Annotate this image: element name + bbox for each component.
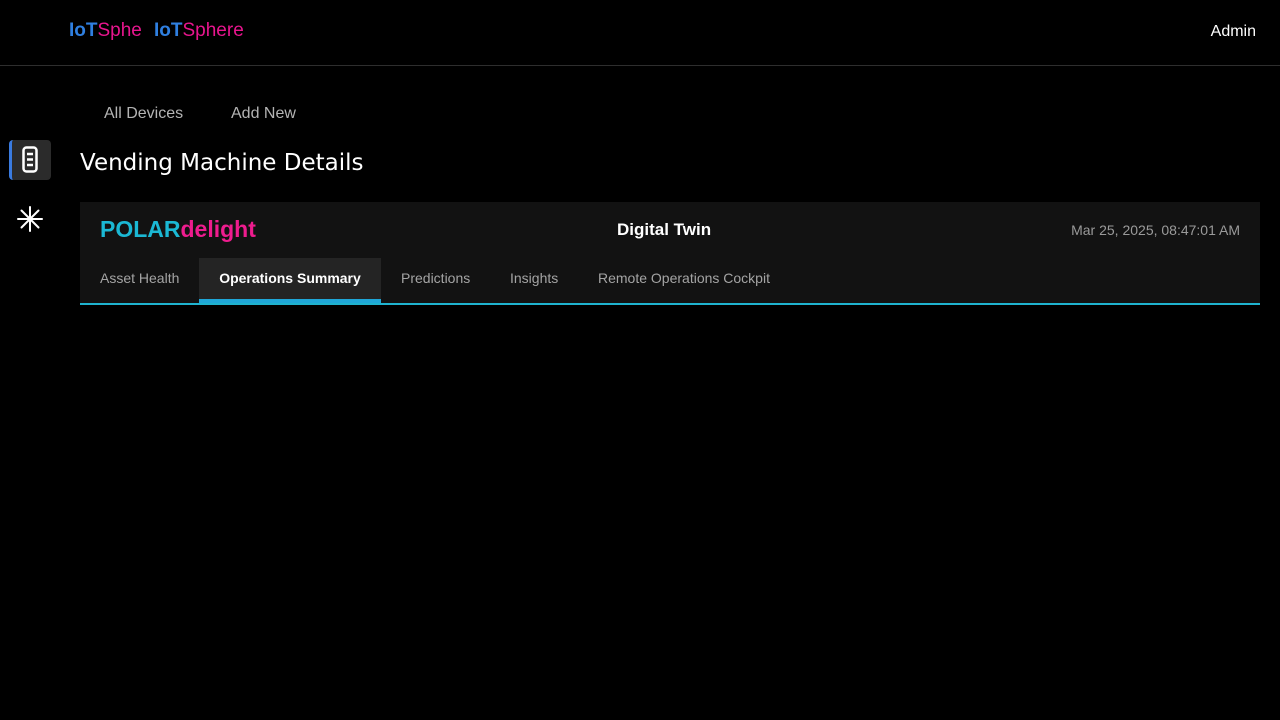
top-bar: IoTSphe IoTSphere Admin	[0, 0, 1280, 66]
digital-twin-card: POLARdelight Digital Twin Mar 25, 2025, …	[80, 202, 1260, 305]
brand-delight-text: delight	[180, 216, 256, 242]
card-tabs: Asset Health Operations Summary Predicti…	[80, 258, 1260, 303]
sidebar-item-asterisk[interactable]	[16, 205, 44, 238]
logo-iot-text: IoT	[154, 20, 183, 41]
add-new-link[interactable]: Add New	[231, 105, 296, 123]
tab-predictions[interactable]: Predictions	[381, 258, 490, 303]
tab-insights[interactable]: Insights	[490, 258, 578, 303]
sidebar-item-vending-machine[interactable]	[9, 140, 51, 180]
app-logo[interactable]: IoTSphe	[69, 20, 147, 42]
logo-sphere-text: Sphere	[182, 20, 244, 41]
page-title: Vending Machine Details	[80, 150, 364, 176]
timestamp: Mar 25, 2025, 08:47:01 AM	[1071, 222, 1240, 238]
brand-polar-text: POLAR	[100, 216, 181, 242]
vending-machine-icon	[22, 146, 38, 173]
asterisk-icon	[17, 206, 43, 232]
all-devices-link[interactable]: All Devices	[104, 105, 183, 123]
tab-remote-operations-cockpit[interactable]: Remote Operations Cockpit	[578, 258, 790, 303]
brand-logo: POLARdelight	[100, 216, 256, 243]
card-title: Digital Twin	[617, 220, 712, 239]
app-logo-secondary[interactable]: IoTSphere	[154, 20, 244, 42]
logo-iot-text: IoT	[69, 20, 98, 41]
tab-asset-health[interactable]: Asset Health	[80, 258, 199, 303]
tab-operations-summary[interactable]: Operations Summary	[199, 258, 381, 303]
user-menu-admin[interactable]: Admin	[1211, 23, 1256, 41]
logo-sphere-text: Sphe	[97, 20, 142, 41]
